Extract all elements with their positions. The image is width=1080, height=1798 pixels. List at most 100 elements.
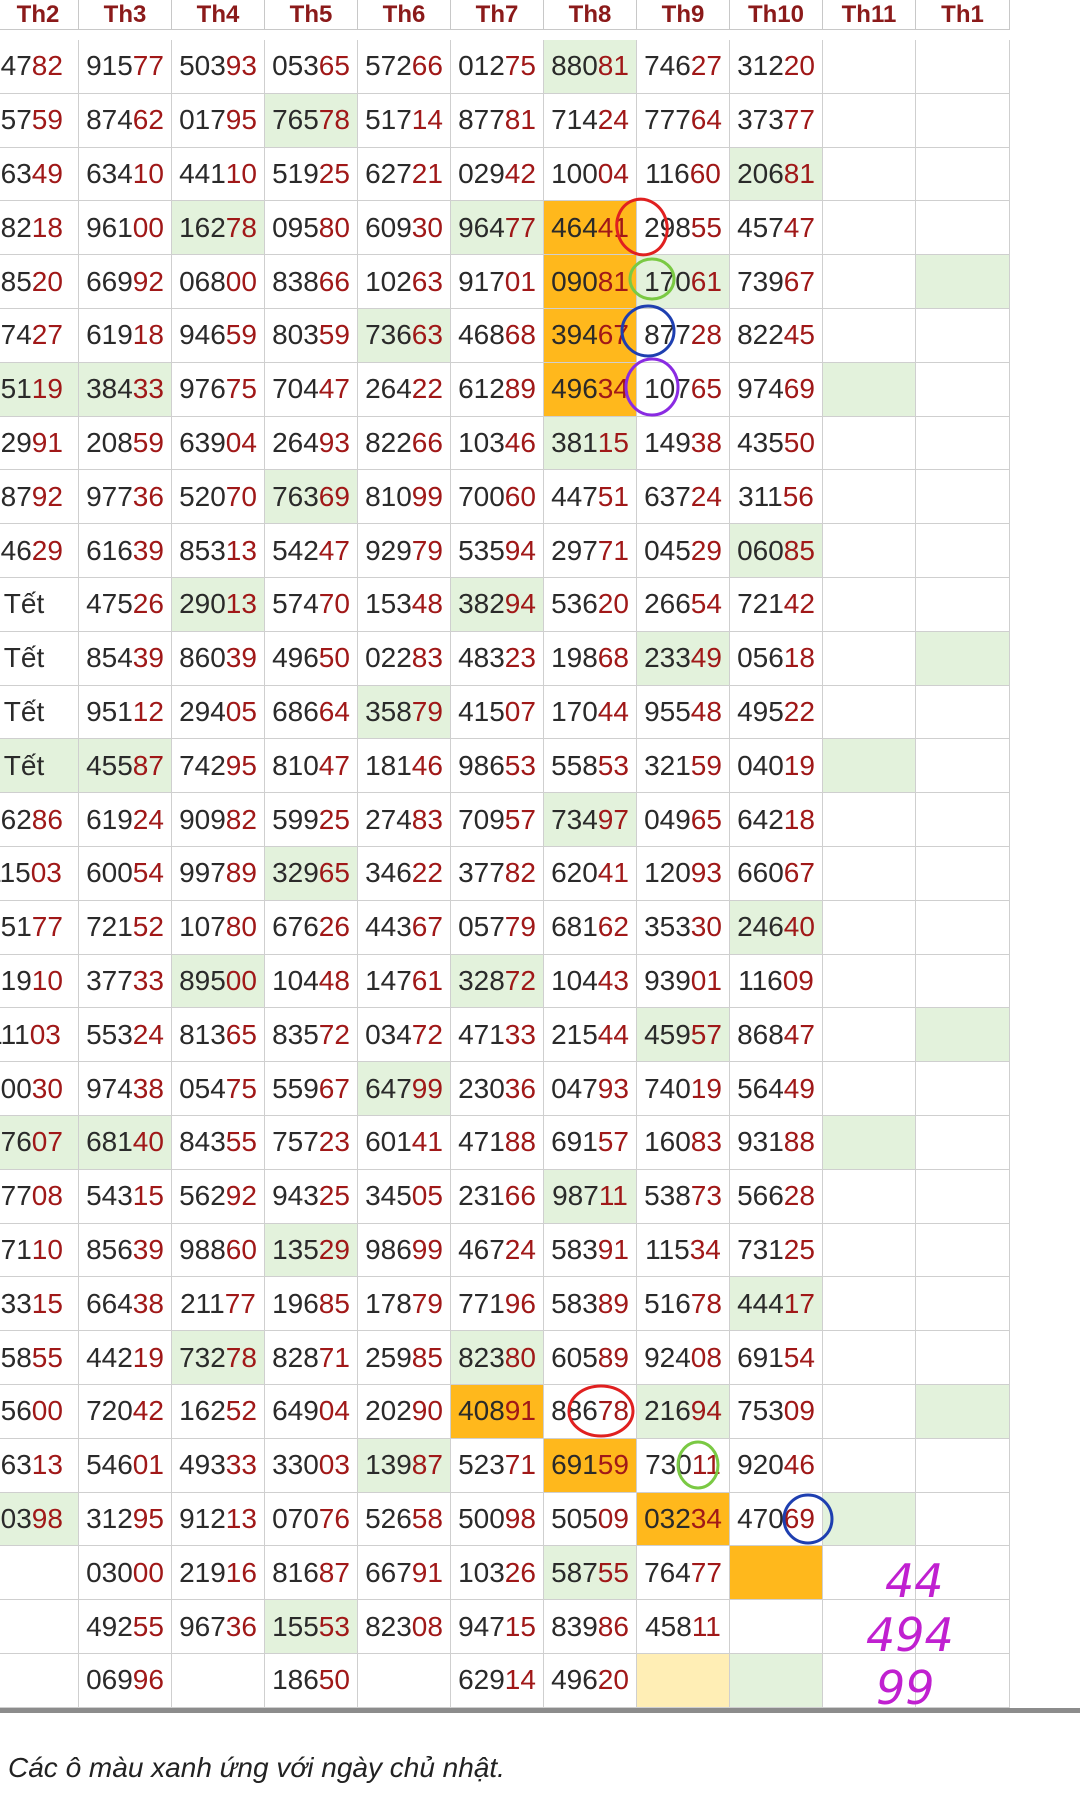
- cell-r20-th10: 931 88: [730, 1116, 823, 1170]
- cell-r23-th7: 771 96: [451, 1277, 544, 1332]
- cell-r11-th3: 854 39: [79, 631, 172, 686]
- cell-r10-th2: Tết: [0, 578, 79, 632]
- cell-r23-th5: 196 85: [265, 1277, 358, 1332]
- column-header-th11: Th11: [823, 0, 916, 30]
- cell-r20-th11: [823, 1116, 916, 1170]
- cell-r9-th9: 045 29: [637, 524, 730, 578]
- cell-r7-th6: 822 66: [358, 416, 451, 471]
- cell-r21-th7: 231 66: [451, 1169, 544, 1224]
- cell-r14-th9: 049 65: [637, 793, 730, 847]
- cell-r27-th6: 526 58: [358, 1492, 451, 1547]
- cell-r19-th4: 054 75: [172, 1062, 265, 1116]
- cell-r8-th11: [823, 470, 916, 525]
- cell-r1-th10: 373 77: [730, 93, 823, 148]
- cell-r13-th11: [823, 739, 916, 794]
- cell-r19-th1: [916, 1062, 1010, 1116]
- cell-r28-th3: 030 00: [79, 1546, 172, 1601]
- column-header-th7: Th7: [451, 0, 544, 30]
- cell-r26-th2: 26313: [0, 1438, 79, 1493]
- cell-r30-th8: 496 20: [544, 1654, 637, 1708]
- cell-r25-th5: 649 04: [265, 1385, 358, 1439]
- cell-r18-th8: 215 44: [544, 1008, 637, 1063]
- cell-r13-th4: 742 95: [172, 739, 265, 794]
- cell-r22-th4: 988 60: [172, 1223, 265, 1278]
- cell-r30-th11: [823, 1654, 916, 1708]
- cell-r19-th6: 647 99: [358, 1062, 451, 1116]
- cell-r5-th5: 803 59: [265, 309, 358, 363]
- cell-r12-th10: 495 22: [730, 685, 823, 740]
- column-header-th3: Th3: [79, 0, 172, 30]
- cell-r0-th2: 54782: [0, 40, 79, 94]
- cell-r12-th3: 951 12: [79, 685, 172, 740]
- cell-r28-th11: [823, 1546, 916, 1601]
- cell-r3-th6: 609 30: [358, 201, 451, 256]
- cell-r1-th7: 877 81: [451, 93, 544, 148]
- cell-r8-th4: 520 70: [172, 470, 265, 525]
- cell-r4-th10: 739 67: [730, 255, 823, 309]
- cell-r8-th8: 447 51: [544, 470, 637, 525]
- cell-r5-th11: [823, 309, 916, 363]
- cell-r29-th6: 823 08: [358, 1600, 451, 1654]
- cell-r18-th9: 459 57: [637, 1008, 730, 1063]
- cell-r8-th3: 977 36: [79, 470, 172, 525]
- cell-r17-th11: [823, 954, 916, 1009]
- cell-r25-th10: 753 09: [730, 1385, 823, 1439]
- cell-r16-th6: 443 67: [358, 900, 451, 955]
- cell-r7-th5: 264 93: [265, 416, 358, 471]
- cell-r8-th7: 700 60: [451, 470, 544, 525]
- cell-r12-th5: 686 64: [265, 685, 358, 740]
- cell-r29-th5: 155 53: [265, 1600, 358, 1654]
- cell-r19-th9: 740 19: [637, 1062, 730, 1116]
- cell-r12-th8: 170 44: [544, 685, 637, 740]
- cell-r11-th5: 496 50: [265, 631, 358, 686]
- cell-r25-th7: 408 91: [451, 1385, 544, 1439]
- cell-r25-th8: 886 78: [544, 1385, 637, 1439]
- cell-r26-th8: 691 59: [544, 1438, 637, 1493]
- cell-r10-th4: 290 13: [172, 578, 265, 632]
- cell-r5-th9: 877 28: [637, 309, 730, 363]
- cell-r14-th7: 709 57: [451, 793, 544, 847]
- cell-r22-th3: 856 39: [79, 1223, 172, 1278]
- cell-r29-th2: [0, 1600, 79, 1654]
- cell-r10-th3: 475 26: [79, 578, 172, 632]
- cell-r23-th10: 444 17: [730, 1277, 823, 1332]
- cell-r3-th11: [823, 201, 916, 256]
- cell-r29-th7: 947 15: [451, 1600, 544, 1654]
- cell-r2-th10: 206 81: [730, 147, 823, 202]
- cell-r18-th5: 835 72: [265, 1008, 358, 1063]
- cell-r7-th2: 42991: [0, 416, 79, 471]
- cell-r9-th4: 853 13: [172, 524, 265, 578]
- cell-r5-th3: 619 18: [79, 309, 172, 363]
- cell-r21-th8: 987 11: [544, 1169, 637, 1224]
- cell-r27-th1: [916, 1492, 1010, 1547]
- cell-r24-th1: [916, 1331, 1010, 1385]
- cell-r11-th8: 198 68: [544, 631, 637, 686]
- cell-r11-th7: 483 23: [451, 631, 544, 686]
- cell-r17-th2: 81910: [0, 954, 79, 1009]
- cell-r10-th8: 536 20: [544, 578, 637, 632]
- cell-r5-th1: [916, 309, 1010, 363]
- cell-r22-th9: 115 34: [637, 1223, 730, 1278]
- table-bottom-border: [0, 1708, 1080, 1713]
- cell-r1-th9: 777 64: [637, 93, 730, 148]
- cell-r11-th11: [823, 631, 916, 686]
- cell-r22-th11: [823, 1223, 916, 1278]
- cell-r29-th9: 458 11: [637, 1600, 730, 1654]
- cell-r6-th9: 107 65: [637, 362, 730, 417]
- column-header-th2: Th2: [0, 0, 79, 30]
- cell-r2-th11: [823, 147, 916, 202]
- cell-r14-th6: 274 83: [358, 793, 451, 847]
- cell-r21-th6: 345 05: [358, 1169, 451, 1224]
- cell-r30-th4: [172, 1654, 265, 1708]
- cell-r17-th5: 104 48: [265, 954, 358, 1009]
- cell-r0-th4: 503 93: [172, 40, 265, 94]
- cell-r7-th10: 435 50: [730, 416, 823, 471]
- cell-r17-th8: 104 43: [544, 954, 637, 1009]
- cell-r2-th6: 627 21: [358, 147, 451, 202]
- cell-r17-th1: [916, 954, 1010, 1009]
- cell-r10-th6: 153 48: [358, 578, 451, 632]
- cell-r23-th3: 664 38: [79, 1277, 172, 1332]
- cell-r25-th9: 216 94: [637, 1385, 730, 1439]
- cell-r0-th5: 053 65: [265, 40, 358, 94]
- cell-r30-th9: [637, 1654, 730, 1708]
